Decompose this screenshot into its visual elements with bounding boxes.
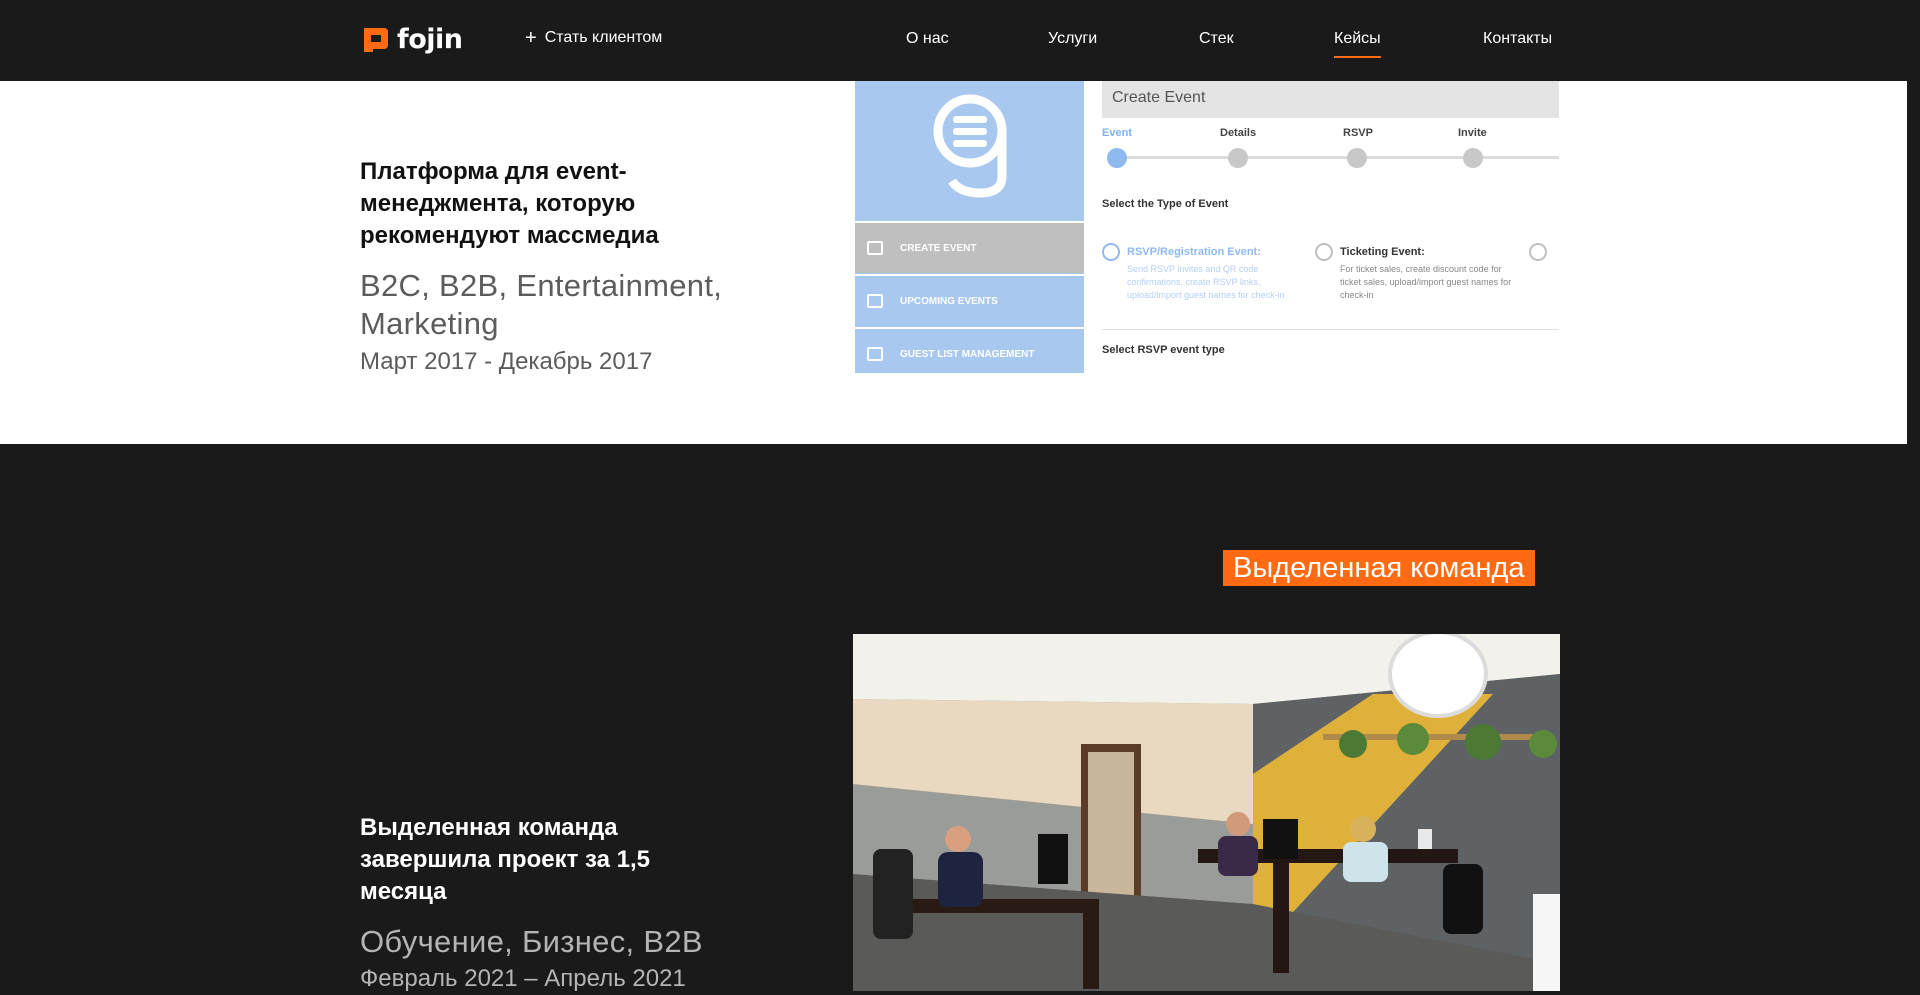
nav-contacts[interactable]: Контакты bbox=[1483, 30, 1552, 48]
case1-tags-line: B2C, B2B, Entertainment, bbox=[360, 268, 723, 303]
mock-step-label: Event bbox=[1102, 127, 1132, 139]
team-office-photo[interactable] bbox=[853, 634, 1560, 991]
logo-text: fojin bbox=[397, 24, 463, 55]
logo[interactable]: fojin bbox=[361, 24, 463, 55]
mock-rsvp-heading: Select RSVP event type bbox=[1102, 344, 1225, 356]
mock-step-line bbox=[1116, 156, 1559, 159]
nav-cases[interactable]: Кейсы bbox=[1334, 30, 1381, 58]
mock-menu-label: GUEST LIST MANAGEMENT bbox=[900, 348, 1035, 360]
mock-radio bbox=[1315, 243, 1333, 261]
calendar-plus-icon bbox=[867, 241, 883, 255]
mock-option1-desc: Send RSVP invites and QR code confirmati… bbox=[1127, 263, 1285, 302]
mock-desc-line: upload/import guest names for check-in bbox=[1127, 290, 1285, 300]
mock-header-title: Create Event bbox=[1102, 81, 1559, 118]
dedicated-team-badge: Выделенная команда bbox=[1223, 550, 1535, 586]
mock-option2-desc: For ticket sales, create discount code f… bbox=[1340, 263, 1511, 302]
nav-services[interactable]: Услуги bbox=[1048, 30, 1097, 48]
mock-option1-title: RSVP/Registration Event: bbox=[1127, 246, 1261, 258]
list-icon bbox=[867, 347, 883, 361]
case2-title-line: Выделенная команда bbox=[360, 814, 618, 841]
mock-menu-label: UPCOMING EVENTS bbox=[900, 295, 998, 307]
mock-app-logo bbox=[855, 81, 1084, 221]
mock-desc-line: For ticket sales, create discount code f… bbox=[1340, 264, 1502, 274]
case1-screenshot[interactable]: CREATE EVENT UPCOMING EVENTS GUEST LIST … bbox=[855, 81, 1559, 373]
case2-tags: Обучение, Бизнес, B2B bbox=[360, 924, 703, 959]
case1-date: Март 2017 - Декабрь 2017 bbox=[360, 348, 653, 375]
mock-menu-create-event: CREATE EVENT bbox=[855, 221, 1084, 273]
case2-title-line: завершила проект за 1,5 bbox=[360, 846, 651, 873]
mock-option2-title: Ticketing Event: bbox=[1340, 246, 1425, 258]
case1-title-line: Платформа для event- bbox=[360, 158, 627, 185]
mock-step-label: Details bbox=[1220, 127, 1257, 139]
mock-step-dot bbox=[1228, 148, 1248, 168]
mock-main-panel: Create Event Event Details RSVP Invite S… bbox=[1102, 81, 1559, 373]
nav-stack[interactable]: Стек bbox=[1199, 30, 1234, 48]
case2-date: Февраль 2021 – Апрель 2021 bbox=[360, 965, 686, 992]
become-client-link[interactable]: + Стать клиентом bbox=[525, 27, 663, 49]
case1-tags: B2C, B2B, Entertainment, Marketing bbox=[360, 267, 722, 343]
mock-type-heading: Select the Type of Event bbox=[1102, 198, 1229, 210]
mock-menu-guest-list: GUEST LIST MANAGEMENT bbox=[855, 327, 1084, 373]
mock-step-dot bbox=[1463, 148, 1483, 168]
mock-radio-selected bbox=[1102, 243, 1120, 261]
mock-step-label: Invite bbox=[1458, 127, 1487, 139]
mock-step-label: RSVP bbox=[1343, 127, 1373, 139]
case2-title-line: месяца bbox=[360, 878, 447, 905]
case1-tags-line: Marketing bbox=[360, 306, 499, 341]
nav-about[interactable]: О нас bbox=[906, 30, 949, 48]
case1-title-line: менеджмента, которую bbox=[360, 190, 636, 217]
case1-title-line: рекомендуют массмедиа bbox=[360, 222, 659, 249]
fojin-logo-icon bbox=[361, 25, 391, 55]
become-client-label: Стать клиентом bbox=[544, 29, 663, 46]
calendar-icon bbox=[867, 294, 883, 308]
site-header: fojin + Стать клиентом О нас Услуги Стек… bbox=[0, 0, 1920, 81]
mock-step-dot bbox=[1347, 148, 1367, 168]
mock-desc-line: Send RSVP invites and QR code bbox=[1127, 264, 1259, 274]
case1-title[interactable]: Платформа для event- менеджмента, котору… bbox=[360, 156, 659, 252]
mock-desc-line: ticket sales, upload/import guest names … bbox=[1340, 277, 1512, 287]
mock-menu-upcoming: UPCOMING EVENTS bbox=[855, 274, 1084, 326]
plus-icon: + bbox=[525, 27, 537, 49]
case2-title[interactable]: Выделенная команда завершила проект за 1… bbox=[360, 812, 650, 908]
mock-menu-label: CREATE EVENT bbox=[900, 242, 977, 254]
mock-step-dot-active bbox=[1107, 148, 1127, 168]
mock-desc-line: check-in bbox=[1340, 290, 1374, 300]
mock-desc-line: confirmations, create RSVP links, bbox=[1127, 277, 1261, 287]
mock-divider bbox=[1102, 329, 1559, 330]
mock-radio bbox=[1529, 243, 1547, 261]
